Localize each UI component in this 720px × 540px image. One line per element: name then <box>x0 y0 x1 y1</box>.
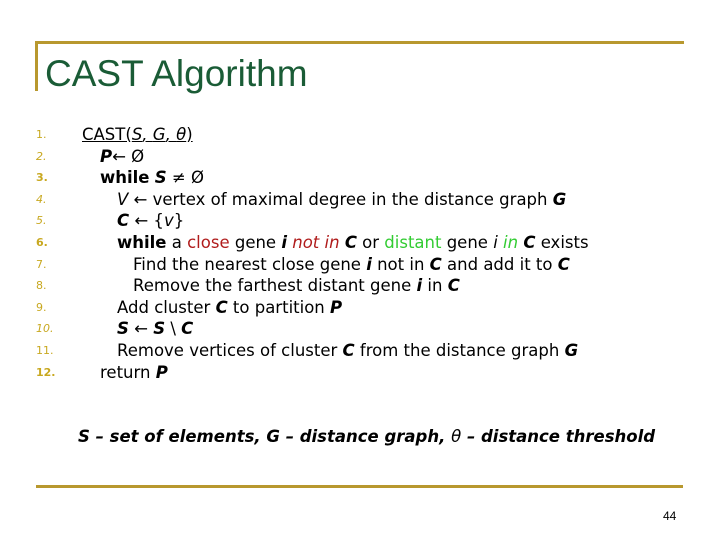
algorithm-line-8: 8. Remove the farthest distant gene i in… <box>36 275 696 297</box>
line-number: 9. <box>36 300 47 314</box>
function-signature: CAST(S, G, θ) <box>82 125 193 144</box>
algorithm-listing: 1. CAST(S, G, θ) 2. P← Ø 3. while S ≠ Ø … <box>36 124 696 383</box>
line-number: 1. <box>36 128 47 141</box>
line-number: 5. <box>36 214 47 228</box>
algorithm-line-12: 12. return P <box>36 362 696 384</box>
code-text: V ← vertex of maximal degree in the dist… <box>117 189 567 209</box>
algorithm-line-2: 2. P← Ø <box>36 146 696 168</box>
algorithm-line-10: 10. S ← S \ C <box>36 318 696 340</box>
code-text: Remove the farthest distant gene i in C <box>133 276 460 296</box>
title-left-rule <box>35 41 38 91</box>
algorithm-line-1: 1. CAST(S, G, θ) <box>36 124 696 146</box>
line-number: 3. <box>36 171 48 185</box>
code-text: Remove vertices of cluster C from the di… <box>117 340 579 360</box>
close-keyword: close <box>187 232 230 252</box>
algorithm-line-7: 7. Find the nearest close gene i not in … <box>36 254 696 276</box>
code-text: Add cluster C to partition P <box>117 297 343 317</box>
algorithm-line-9: 9. Add cluster C to partition P <box>36 297 696 319</box>
algorithm-line-4: 4. V ← vertex of maximal degree in the d… <box>36 189 696 211</box>
line-number: 10. <box>36 322 54 336</box>
line-number: 4. <box>36 192 47 206</box>
slide-title: CAST Algorithm <box>45 53 308 94</box>
algorithm-line-3: 3. while S ≠ Ø <box>36 167 696 189</box>
page-number: 44 <box>663 509 677 523</box>
algorithm-line-11: 11. Remove vertices of cluster C from th… <box>36 340 696 362</box>
title-top-rule <box>35 41 684 44</box>
code-text: P← Ø <box>100 146 145 166</box>
code-text: while a close gene i not in C or distant… <box>117 232 589 252</box>
line-number: 2. <box>36 149 47 163</box>
code-text: while S ≠ Ø <box>100 168 204 188</box>
footer-rule <box>36 485 683 488</box>
notation-legend: S – set of elements, G – distance graph,… <box>78 427 656 446</box>
code-text: S ← S \ C <box>117 319 194 339</box>
code-text: Find the nearest close gene i not in C a… <box>133 254 570 274</box>
algorithm-line-5: 5. C ← {v} <box>36 210 696 232</box>
algorithm-line-6: 6. while a close gene i not in C or dist… <box>36 232 696 254</box>
line-number: 11. <box>36 343 54 357</box>
line-number: 6. <box>36 235 48 249</box>
code-text: return P <box>100 362 168 382</box>
code-text: C ← {v} <box>117 211 185 231</box>
line-number: 8. <box>36 279 47 293</box>
line-number: 7. <box>36 257 47 271</box>
distant-keyword: distant <box>384 232 442 252</box>
line-number: 12. <box>36 365 56 379</box>
